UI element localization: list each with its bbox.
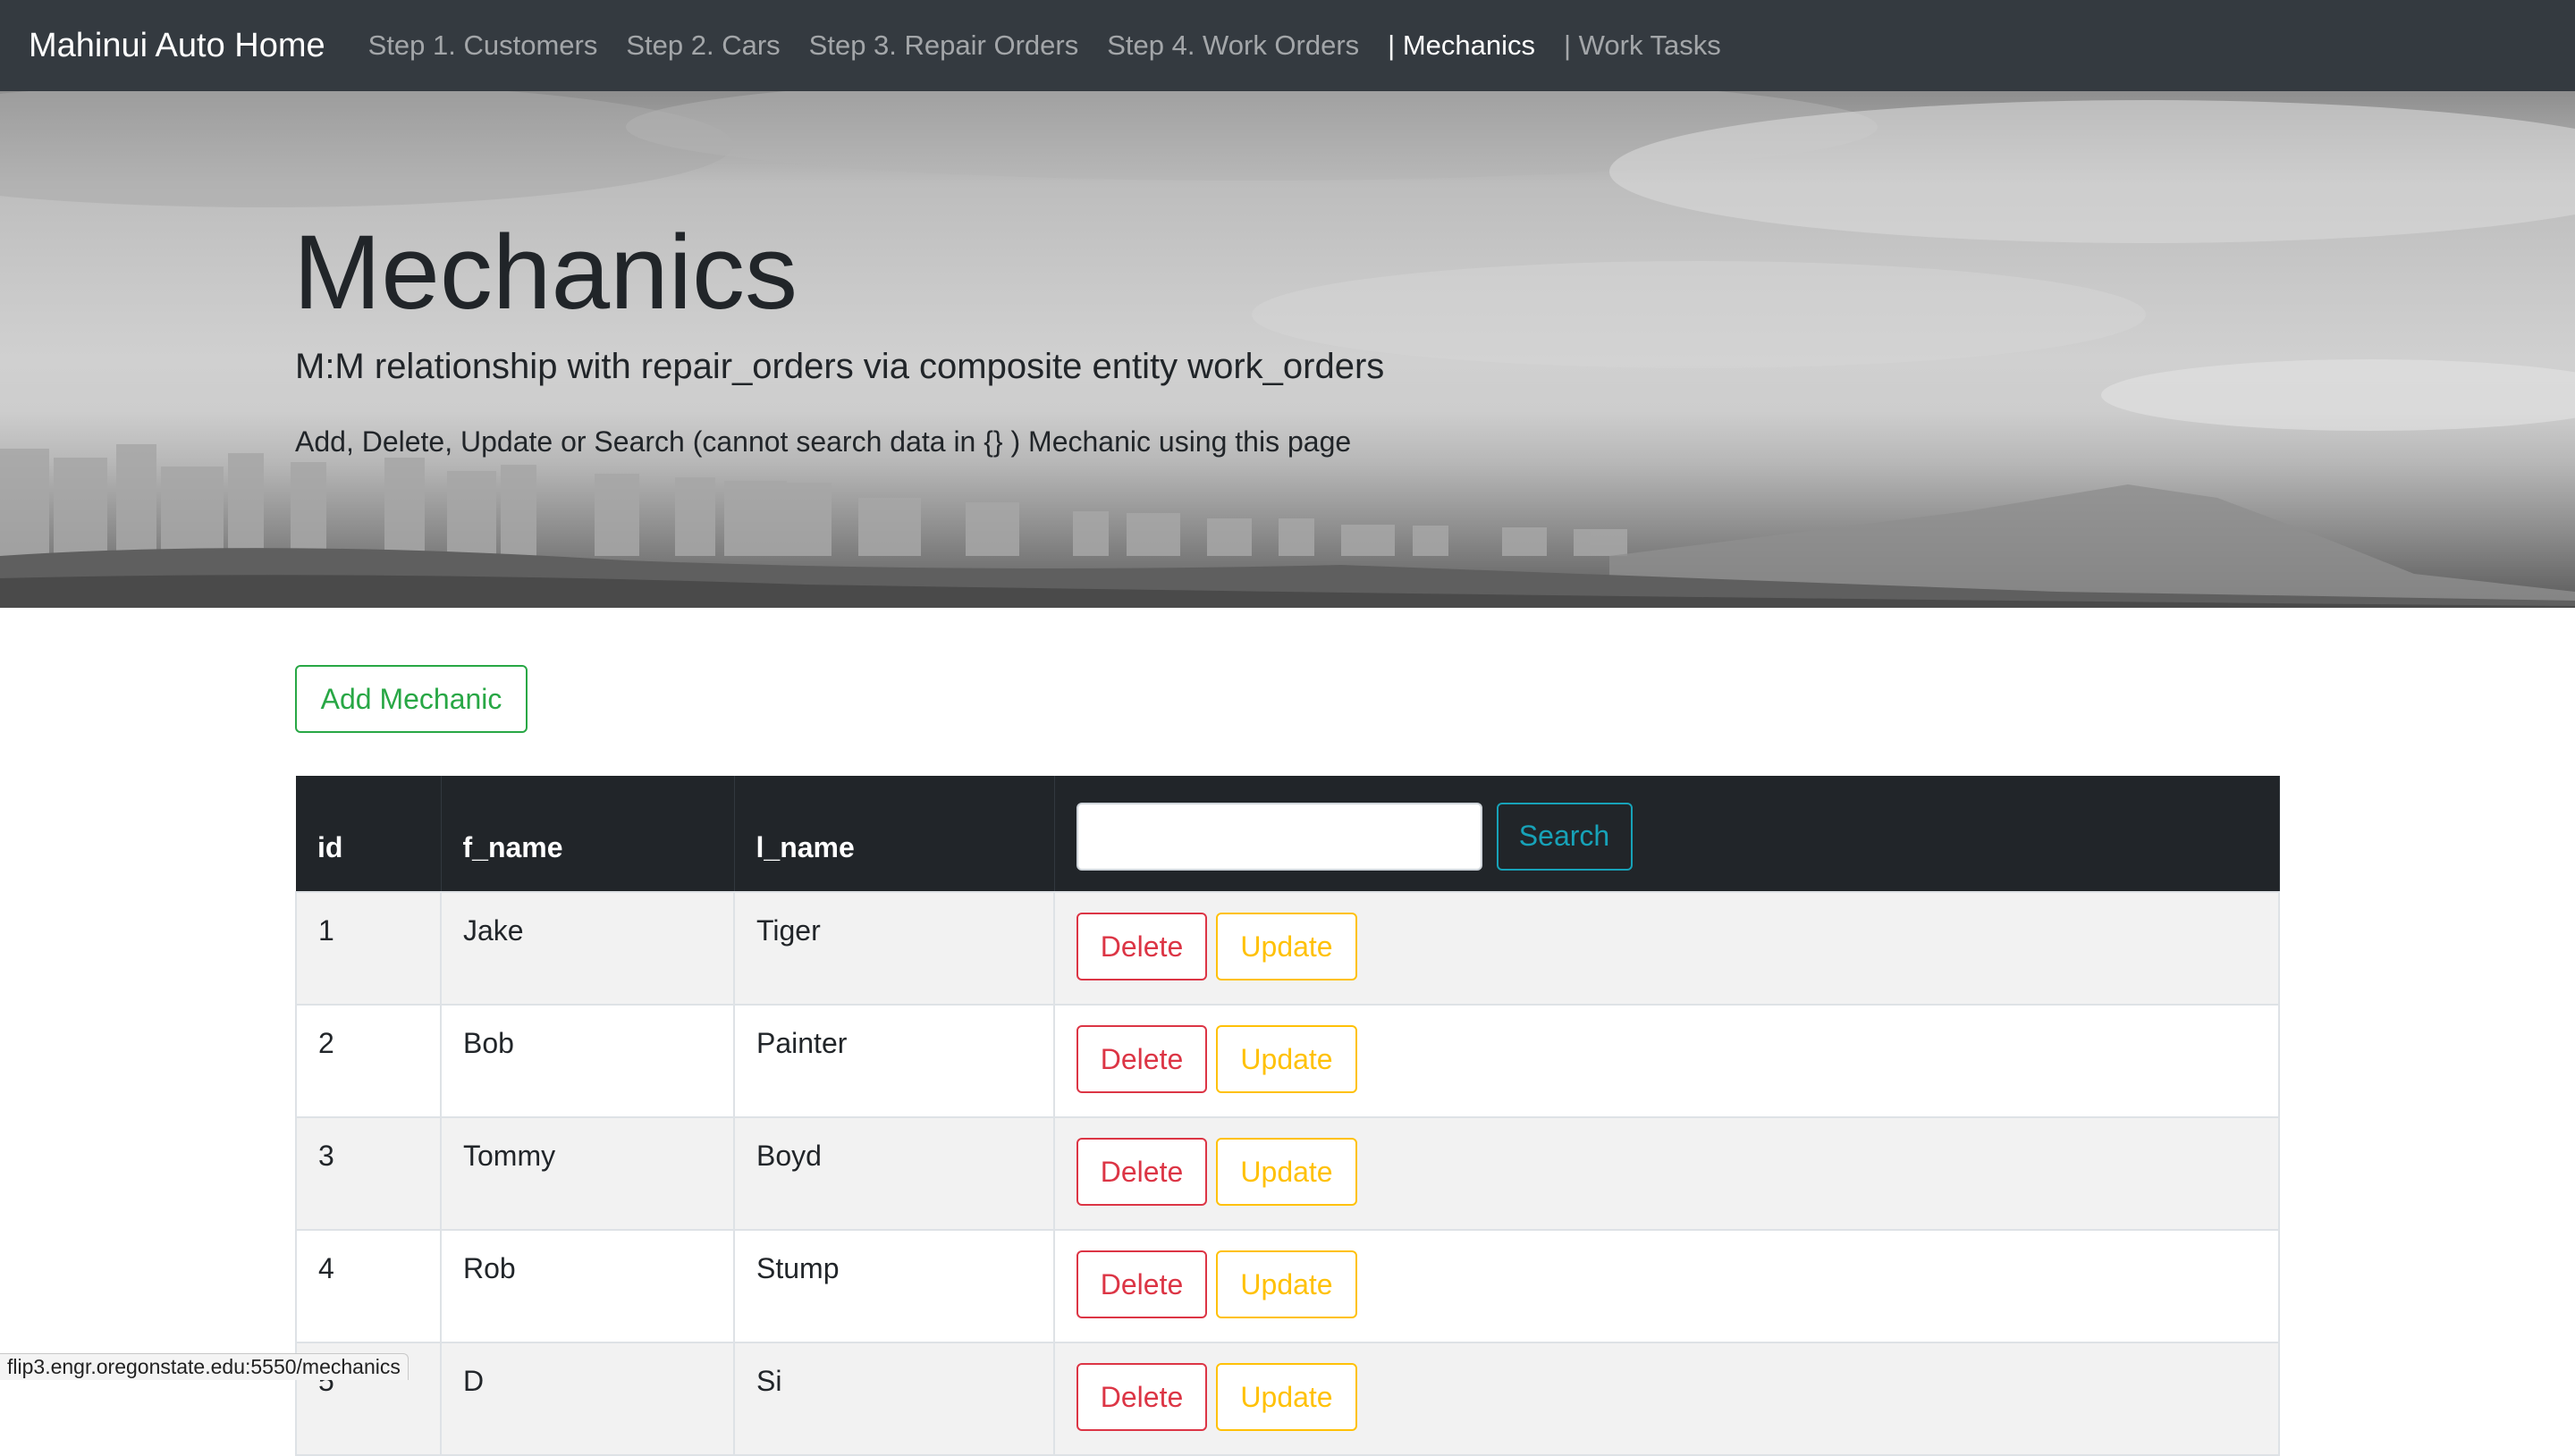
update-button[interactable]: Update [1216,1250,1357,1318]
cell-actions: Delete Update [1053,1004,2280,1118]
page-description: Add, Delete, Update or Search (cannot se… [295,425,1352,458]
cell-l-name: Boyd [733,1116,1055,1231]
cell-actions: Delete Update [1053,1116,2280,1231]
delete-button[interactable]: Delete [1076,1138,1207,1206]
search-button[interactable]: Search [1496,802,1633,871]
update-button[interactable]: Update [1216,913,1357,980]
search-form: Search [1076,802,2258,871]
top-navbar: Mahinui Auto Home Step 1. Customers Step… [0,0,2575,91]
delete-button[interactable]: Delete [1076,1250,1207,1318]
column-header-id: id [296,776,442,892]
mechanics-table: id f_name l_name Search 1 Jake Tiger Del… [295,776,2280,1456]
brand-link[interactable]: Mahinui Auto Home [29,27,325,65]
nav-item-repair-orders[interactable]: Step 3. Repair Orders [809,29,1079,62]
table-row: 5 D Si Delete Update [295,1342,2280,1456]
hero-banner: Mechanics M:M relationship with repair_o… [0,91,2575,608]
update-button[interactable]: Update [1216,1025,1357,1093]
cell-actions: Delete Update [1053,891,2280,1006]
nav-item-cars[interactable]: Step 2. Cars [626,29,780,62]
search-input[interactable] [1076,802,1482,871]
cell-l-name: Painter [733,1004,1055,1118]
column-header-f-name: f_name [441,776,735,892]
cell-f-name: D [440,1342,735,1456]
nav-item-customers[interactable]: Step 1. Customers [368,29,598,62]
nav-item-work-tasks[interactable]: | Work Tasks [1564,29,1721,62]
cell-id: 4 [295,1229,442,1343]
page-subtitle: M:M relationship with repair_orders via … [295,347,1385,386]
add-mechanic-button[interactable]: Add Mechanic [295,665,528,733]
cell-id: 3 [295,1116,442,1231]
cell-l-name: Si [733,1342,1055,1456]
cell-f-name: Rob [440,1229,735,1343]
table-row: 3 Tommy Boyd Delete Update [295,1116,2280,1231]
browser-status-url: flip3.engr.oregonstate.edu:5550/mechanic… [0,1353,409,1380]
table-header-row: id f_name l_name Search [296,776,2280,892]
delete-button[interactable]: Delete [1076,1025,1207,1093]
mechanics-table-container: id f_name l_name Search 1 Jake Tiger Del… [295,776,2280,1456]
search-header-cell: Search [1054,776,2280,892]
nav-item-mechanics[interactable]: | Mechanics [1388,29,1535,62]
cell-id: 1 [295,891,442,1006]
table-row: 1 Jake Tiger Delete Update [295,891,2280,1006]
table-row: 4 Rob Stump Delete Update [295,1229,2280,1343]
column-header-l-name: l_name [734,776,1055,892]
cell-f-name: Bob [440,1004,735,1118]
table-row: 2 Bob Painter Delete Update [295,1004,2280,1118]
cell-f-name: Jake [440,891,735,1006]
nav-item-work-orders[interactable]: Step 4. Work Orders [1107,29,1359,62]
update-button[interactable]: Update [1216,1138,1357,1206]
delete-button[interactable]: Delete [1076,1363,1207,1431]
cell-f-name: Tommy [440,1116,735,1231]
cell-actions: Delete Update [1053,1342,2280,1456]
page-title: Mechanics [293,214,798,332]
cell-l-name: Tiger [733,891,1055,1006]
cell-actions: Delete Update [1053,1229,2280,1343]
update-button[interactable]: Update [1216,1363,1357,1431]
delete-button[interactable]: Delete [1076,913,1207,980]
cell-l-name: Stump [733,1229,1055,1343]
cell-id: 2 [295,1004,442,1118]
